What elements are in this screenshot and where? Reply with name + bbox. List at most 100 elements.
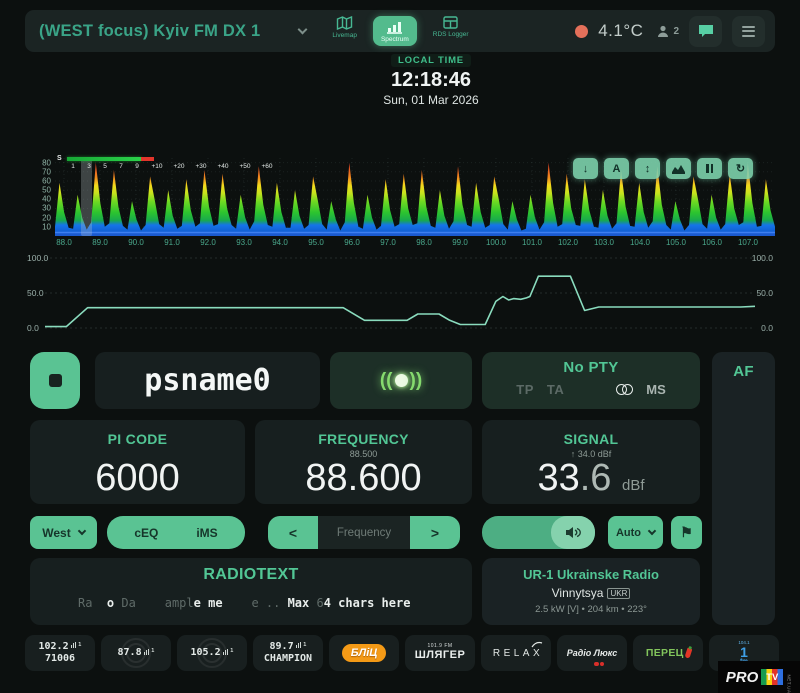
frequency-stepper-label[interactable]: Frequency bbox=[318, 516, 410, 549]
signal-y-tick-left: 100.0 bbox=[27, 253, 49, 263]
audio-indicator-panel[interactable]: (()) bbox=[330, 352, 472, 409]
menu-button[interactable] bbox=[732, 15, 765, 47]
signal-unit: dBf bbox=[622, 477, 645, 494]
signal-value-int: 33 bbox=[537, 457, 580, 499]
radiotext-segment: .. bbox=[258, 596, 281, 610]
volume-slider[interactable] bbox=[482, 516, 595, 549]
nav-spectrum[interactable]: Spectrum bbox=[372, 16, 417, 46]
pi-code-label: PI CODE bbox=[107, 431, 168, 447]
preset-button-9[interactable]: ПЕРЕЦ bbox=[633, 635, 703, 671]
header-bar: (WEST focus) Kyiv FM DX 1 Livemap Spectr… bbox=[25, 10, 775, 52]
preset-button-6[interactable]: 101.9 FM ШЛЯГЕР bbox=[405, 635, 475, 671]
spectrum-x-tick: 92.0 bbox=[200, 238, 216, 247]
station-location: Vinnytsya UKR bbox=[482, 586, 700, 600]
pepper-icon bbox=[684, 647, 692, 659]
ims-button[interactable]: iMS bbox=[196, 526, 217, 540]
station-presets-row: 102.2 1 71006 87.8 1 105.2 1 89.7 1 CHAMPION БЛіЦ 1… bbox=[25, 635, 779, 671]
radiotext-segment: ampl bbox=[164, 596, 194, 610]
bandwidth-select[interactable]: Auto bbox=[608, 516, 663, 549]
spectrum-x-tick: 94.0 bbox=[272, 238, 288, 247]
listeners-count: 2 bbox=[673, 25, 679, 37]
pty-value: No PTY bbox=[563, 359, 619, 376]
signal-y-tick-left: 0.0 bbox=[27, 323, 39, 333]
nav-livemap[interactable]: Livemap bbox=[332, 16, 357, 39]
signal-bars-icon: 1 bbox=[143, 648, 154, 655]
ceq-button[interactable]: cEQ bbox=[134, 526, 158, 540]
ps-name-panel: psname0 bbox=[95, 352, 320, 409]
af-panel: AF bbox=[712, 352, 775, 625]
protv-net-text: NET.UA bbox=[786, 674, 792, 693]
radiotext-panel: RADIOTEXT Ra o Da ample me e .. Max 64 c… bbox=[30, 558, 472, 625]
listeners-indicator: 2 bbox=[657, 24, 679, 38]
ukraine-flag-icon bbox=[268, 24, 289, 38]
arrow-updown-icon: ↕ bbox=[644, 162, 651, 175]
chevron-down-icon[interactable] bbox=[297, 24, 308, 35]
preset-button-2[interactable]: 87.8 1 bbox=[101, 635, 171, 671]
preset-logo-perets: ПЕРЕЦ bbox=[646, 647, 692, 659]
pause-icon bbox=[706, 164, 713, 173]
spectrum-autoscale-button[interactable]: A bbox=[604, 158, 629, 179]
temperature-dot-icon bbox=[575, 24, 589, 38]
chevron-down-icon bbox=[77, 526, 86, 536]
stop-playback-button[interactable] bbox=[30, 352, 80, 409]
radiotext-segment: Da bbox=[121, 596, 136, 610]
signal-label: SIGNAL bbox=[563, 431, 619, 447]
flag-icon: ⚑ bbox=[680, 524, 693, 540]
spectrum-graph[interactable]: 80 70 60 50 40 30 20 10 S 1 3 5 7 9 +10 +20 +30 +40 +50 +… bbox=[25, 150, 775, 250]
signal-y-tick-right: 50.0 bbox=[756, 288, 773, 298]
preset-button-1[interactable]: 102.2 1 71006 bbox=[25, 635, 95, 671]
nav-rds-logger[interactable]: RDS Logger bbox=[433, 16, 469, 38]
spectrum-x-tick: 99.0 bbox=[452, 238, 468, 247]
auto-scale-icon: A bbox=[612, 162, 621, 175]
tp-flag: TP bbox=[516, 382, 534, 397]
flag-button[interactable]: ⚑ bbox=[671, 516, 702, 549]
volume-knob[interactable] bbox=[551, 516, 595, 549]
spectrum-refresh-button[interactable]: ↻ bbox=[728, 158, 753, 179]
spectrum-x-tick: 103.0 bbox=[593, 238, 615, 247]
preset-button-5[interactable]: БЛіЦ bbox=[329, 635, 399, 671]
station-info-panel[interactable]: UR-1 Ukrainske Radio Vinnytsya UKR 2.5 kW… bbox=[482, 558, 700, 625]
preset-name: CHAMPION bbox=[263, 653, 313, 664]
spectrum-x-tick: 98.0 bbox=[416, 238, 432, 247]
spectrum-x-tick: 96.0 bbox=[344, 238, 360, 247]
speaker-icon bbox=[565, 527, 581, 538]
s-meter-tick: 7 bbox=[119, 163, 123, 170]
spectrum-shift-down-button[interactable]: ↓ bbox=[573, 158, 598, 179]
radiotext-segment: 6 bbox=[316, 596, 324, 610]
spectrum-x-tick: 102.0 bbox=[557, 238, 579, 247]
s-meter: S 1 3 5 7 9 +10 +20 +30 +40 +50 +60 bbox=[57, 154, 287, 174]
antenna-select-value: West bbox=[42, 525, 71, 540]
preset-logo-relax: RELAX bbox=[492, 647, 544, 659]
ms-flag: MS bbox=[646, 382, 666, 397]
chat-button[interactable] bbox=[689, 15, 722, 47]
spectrum-toolbar: ↓ A ↕ ↻ bbox=[573, 158, 753, 179]
server-title[interactable]: (WEST focus) Kyiv FM DX 1 bbox=[39, 22, 260, 41]
frequency-down-button[interactable]: < bbox=[268, 516, 318, 549]
radiotext-segment: Max bbox=[280, 596, 317, 610]
preset-button-8[interactable]: Радіо Люкс bbox=[557, 635, 627, 671]
frequency-panel[interactable]: FREQUENCY 88.500 88.600 bbox=[255, 420, 472, 504]
spectrum-fit-button[interactable]: ↕ bbox=[635, 158, 660, 179]
preset-logo-shlyager: ШЛЯГЕР bbox=[414, 649, 466, 662]
s-meter-bar bbox=[67, 157, 141, 161]
s-meter-overload bbox=[141, 157, 154, 161]
spectrum-x-tick: 105.0 bbox=[665, 238, 687, 247]
preset-button-4[interactable]: 89.7 1 CHAMPION bbox=[253, 635, 323, 671]
frequency-up-button[interactable]: > bbox=[410, 516, 460, 549]
spectrum-x-tick: 106.0 bbox=[701, 238, 723, 247]
station-details: 2.5 kW [V] • 204 km • 223° bbox=[535, 604, 647, 615]
preset-button-7[interactable]: RELAX bbox=[481, 635, 551, 671]
bird-icon bbox=[531, 641, 543, 648]
spectrum-graphmode-button[interactable] bbox=[666, 158, 691, 179]
frequency-value: 88.600 bbox=[305, 457, 422, 499]
radiotext-segment bbox=[136, 596, 165, 610]
preset-button-3[interactable]: 105.2 1 bbox=[177, 635, 247, 671]
ps-name-value: psname0 bbox=[144, 363, 271, 398]
antenna-select[interactable]: West bbox=[30, 516, 97, 549]
header-right: 4.1°C 2 bbox=[575, 15, 765, 47]
spectrum-y-tick: 40 bbox=[42, 194, 51, 204]
signal-bars-icon: 1 bbox=[295, 642, 306, 649]
preset-logo-blitz: БЛіЦ bbox=[341, 644, 387, 662]
spectrum-y-tick: 20 bbox=[42, 213, 51, 223]
spectrum-pause-button[interactable] bbox=[697, 158, 722, 179]
